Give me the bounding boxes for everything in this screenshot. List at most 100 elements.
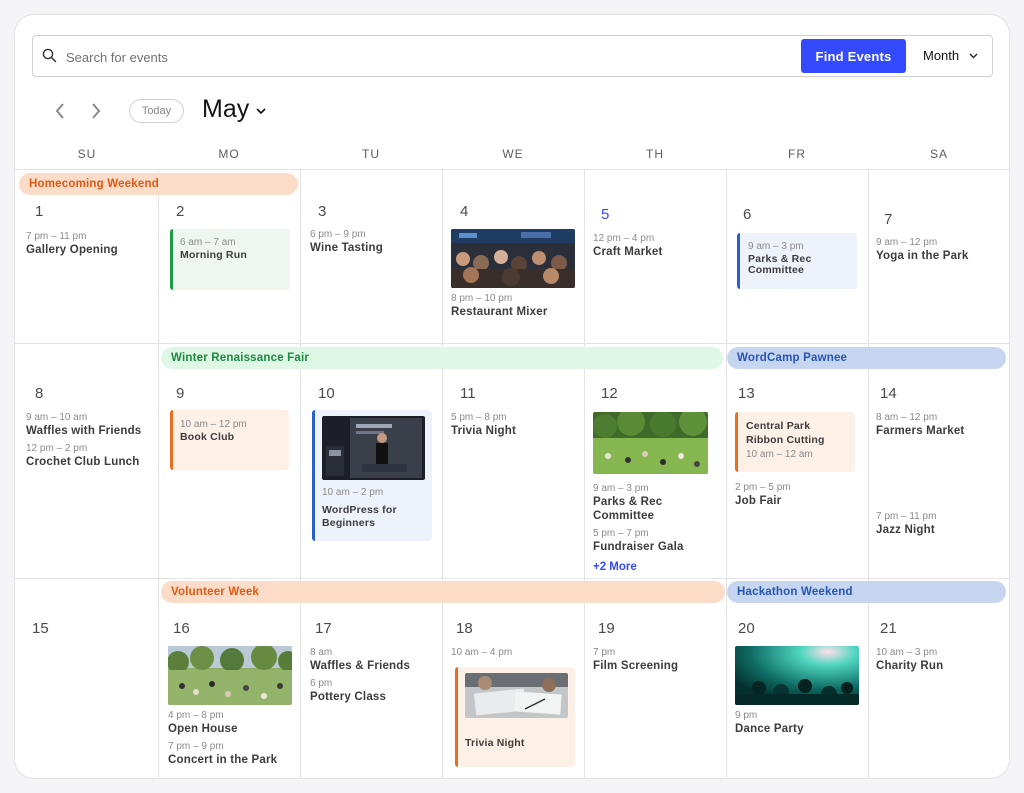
event-title[interactable]: Restaurant Mixer <box>451 306 548 318</box>
search-bar: Find Events Month <box>32 35 993 77</box>
weekday-monday: MO <box>218 147 240 161</box>
event-title: Central Park <box>746 420 811 432</box>
event-time: 8 am – 12 pm <box>876 412 938 423</box>
event-time: 10 am – 2 pm <box>322 487 384 498</box>
event-card[interactable]: 6 am – 7 am Morning Run <box>170 229 290 290</box>
event-card[interactable]: 10 am – 2 pm WordPress for Beginners <box>312 410 432 541</box>
column-divider <box>158 170 159 778</box>
event-title[interactable]: Pottery Class <box>310 691 386 703</box>
event-title[interactable]: Gallery Opening <box>26 244 118 256</box>
find-events-button[interactable]: Find Events <box>801 39 906 73</box>
today-button[interactable]: Today <box>129 99 184 123</box>
event-title: Ribbon Cutting <box>746 434 825 446</box>
more-events-link[interactable]: +2 More <box>593 561 637 573</box>
event-card[interactable]: 9 am – 3 pm Parks & Rec Committee <box>737 233 857 289</box>
chevron-left-icon[interactable] <box>52 101 68 121</box>
event-title[interactable]: Committee <box>593 510 654 522</box>
week-divider <box>15 343 1009 344</box>
date-number[interactable]: 13 <box>738 385 755 402</box>
band-volunteer-week[interactable]: Volunteer Week <box>161 581 725 603</box>
event-time: 8 am <box>310 647 333 658</box>
date-number[interactable]: 8 <box>35 385 43 402</box>
date-number[interactable]: 19 <box>598 620 615 637</box>
date-number[interactable]: 9 <box>176 385 184 402</box>
event-title[interactable]: Job Fair <box>735 495 781 507</box>
event-image[interactable] <box>593 412 708 474</box>
date-number[interactable]: 15 <box>32 620 49 637</box>
event-title[interactable]: Jazz Night <box>876 524 935 536</box>
weekday-sunday: SU <box>77 147 97 161</box>
event-title: Beginners <box>322 517 376 529</box>
event-time: 10 am – 12 am <box>746 449 813 460</box>
date-number[interactable]: 14 <box>880 385 897 402</box>
date-number[interactable]: 7 <box>884 211 892 228</box>
event-card[interactable]: Central Park Ribbon Cutting 10 am – 12 a… <box>735 412 855 472</box>
event-image[interactable] <box>168 646 292 705</box>
event-time: 10 am – 12 pm <box>180 419 247 430</box>
date-number[interactable]: 2 <box>176 203 184 220</box>
chevron-down-icon[interactable] <box>256 108 266 115</box>
event-image[interactable] <box>735 646 859 705</box>
date-number[interactable]: 16 <box>173 620 190 637</box>
date-number[interactable]: 6 <box>743 206 751 223</box>
event-card[interactable]: 10 am – 12 pm Book Club <box>170 410 289 470</box>
date-number[interactable]: 21 <box>880 620 897 637</box>
event-title[interactable]: Yoga in the Park <box>876 250 968 262</box>
event-title[interactable]: Crochet Club Lunch <box>26 456 140 468</box>
band-hackathon-weekend[interactable]: Hackathon Weekend <box>727 581 1006 603</box>
event-title[interactable]: Dance Party <box>735 723 804 735</box>
event-time: 12 pm – 2 pm <box>26 443 88 454</box>
search-input[interactable] <box>66 45 666 69</box>
column-divider <box>726 170 727 778</box>
event-title: Committee <box>748 264 805 276</box>
week-divider <box>15 578 1009 579</box>
event-title[interactable]: Waffles & Friends <box>310 660 410 672</box>
date-number[interactable]: 20 <box>738 620 755 637</box>
weekday-thursday: TH <box>646 147 664 161</box>
event-title[interactable]: Charity Run <box>876 660 943 672</box>
event-image <box>465 673 568 718</box>
event-title[interactable]: Farmers Market <box>876 425 964 437</box>
weekday-friday: FR <box>788 147 806 161</box>
date-number[interactable]: 4 <box>460 203 468 220</box>
date-number-today[interactable]: 5 <box>601 206 609 223</box>
date-number[interactable]: 18 <box>456 620 473 637</box>
month-title[interactable]: May <box>202 95 249 124</box>
calendar-frame: Find Events Month Today May SU MO TU WE … <box>14 14 1010 779</box>
date-number[interactable]: 11 <box>460 385 476 402</box>
event-card[interactable]: Trivia Night <box>455 667 575 767</box>
column-divider <box>868 170 869 778</box>
event-title[interactable]: Wine Tasting <box>310 242 383 254</box>
event-title[interactable]: Open House <box>168 723 238 735</box>
event-time: 5 pm – 7 pm <box>593 528 649 539</box>
event-time: 4 pm – 8 pm <box>168 710 224 721</box>
event-title: Trivia Night <box>465 737 525 749</box>
event-title[interactable]: Waffles with Friends <box>26 425 141 437</box>
event-time: 7 pm – 11 pm <box>876 511 937 522</box>
band-wordcamp-pawnee[interactable]: WordCamp Pawnee <box>727 347 1006 369</box>
band-winter-renaissance-fair[interactable]: Winter Renaissance Fair <box>161 347 723 369</box>
event-title[interactable]: Film Screening <box>593 660 678 672</box>
date-number[interactable]: 12 <box>601 385 618 402</box>
weekday-tuesday: TU <box>362 147 380 161</box>
event-title[interactable]: Fundraiser Gala <box>593 541 684 553</box>
event-time: 10 am – 4 pm <box>451 647 513 658</box>
event-title: Morning Run <box>180 249 247 261</box>
chevron-right-icon[interactable] <box>88 101 104 121</box>
band-homecoming-weekend[interactable]: Homecoming Weekend <box>19 173 298 195</box>
date-number[interactable]: 3 <box>318 203 326 220</box>
event-title[interactable]: Trivia Night <box>451 425 516 437</box>
date-number[interactable]: 1 <box>35 203 43 220</box>
date-number[interactable]: 17 <box>315 620 332 637</box>
view-select[interactable]: Month <box>923 48 978 63</box>
chevron-down-icon <box>969 53 978 59</box>
event-title[interactable]: Concert in the Park <box>168 754 277 766</box>
event-title[interactable]: Craft Market <box>593 246 663 258</box>
event-time: 9 pm <box>735 710 758 721</box>
event-image[interactable] <box>451 229 575 288</box>
event-time: 12 pm – 4 pm <box>593 233 655 244</box>
date-number[interactable]: 10 <box>318 385 335 402</box>
weekday-saturday: SA <box>929 147 948 161</box>
event-title[interactable]: Parks & Rec <box>593 496 662 508</box>
event-time: 7 pm <box>593 647 616 658</box>
